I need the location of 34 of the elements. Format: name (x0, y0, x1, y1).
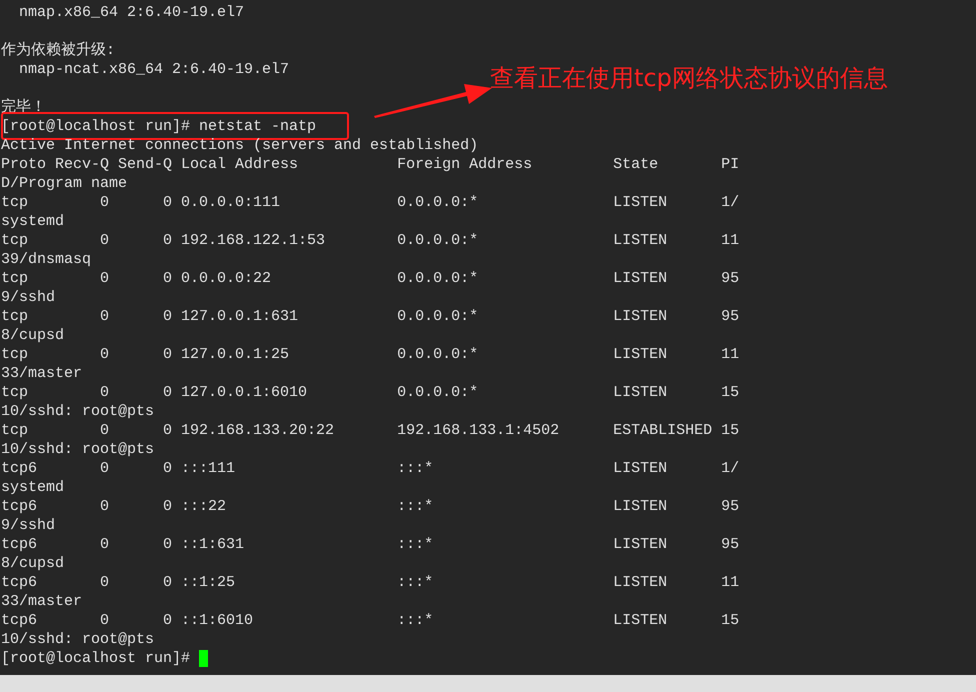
terminal-line: tcp6 0 0 ::1:6010 :::* LISTEN 15 (1, 612, 740, 629)
terminal-line: systemd (1, 479, 64, 496)
terminal-line: tcp6 0 0 :::111 :::* LISTEN 1/ (1, 460, 740, 477)
terminal-line: tcp 0 0 0.0.0.0:111 0.0.0.0:* LISTEN 1/ (1, 194, 740, 211)
terminal-line: 作为依赖被升级: (1, 42, 116, 59)
terminal-line: nmap.x86_64 2:6.40-19.el7 (18, 4, 244, 21)
terminal-line: 8/cupsd (1, 555, 64, 572)
annotation-text: 查看正在使用tcp网络状态协议的信息 (490, 63, 888, 94)
terminal-line: 33/master (1, 593, 82, 610)
terminal-line: 完毕！ (1, 99, 46, 116)
terminal-line: 10/sshd: root@pts (1, 631, 154, 648)
terminal-line: [root@localhost run]# netstat -natp (1, 118, 316, 135)
terminal-line: D/Program name (1, 175, 128, 192)
terminal-line: 10/sshd: root@pts (1, 441, 154, 458)
terminal-line: systemd (1, 213, 64, 230)
terminal-line: 8/cupsd (1, 327, 64, 344)
terminal-line: tcp 0 0 127.0.0.1:6010 0.0.0.0:* LISTEN 15 (1, 384, 740, 401)
terminal-line: tcp 0 0 192.168.133.20:22 192.168.133.1:4502 ESTABLISHED 15 (1, 422, 740, 439)
terminal-line: tcp6 0 0 ::1:631 :::* LISTEN 95 (1, 536, 740, 553)
terminal-line: tcp 0 0 127.0.0.1:25 0.0.0.0:* LISTEN 11 (1, 346, 740, 363)
terminal-line: 9/sshd (1, 289, 56, 306)
terminal-line: Active Internet connections (servers and established) (1, 137, 478, 154)
terminal-line: nmap-ncat.x86_64 2:6.40-19.el7 (18, 61, 290, 78)
terminal-line: tcp6 0 0 ::1:25 :::* LISTEN 11 (1, 574, 740, 591)
terminal-line: 33/master (1, 365, 82, 382)
terminal-line: tcp 0 0 127.0.0.1:631 0.0.0.0:* LISTEN 95 (1, 308, 740, 325)
terminal-line: Proto Recv-Q Send-Q Local Address Foreign Address State PI (1, 156, 740, 173)
terminal-line: tcp6 0 0 :::22 :::* LISTEN 95 (1, 498, 740, 515)
terminal-prompt: [root@localhost run]# (1, 649, 192, 668)
terminal-line: 9/sshd (1, 517, 56, 534)
terminal-line: tcp 0 0 192.168.122.1:53 0.0.0.0:* LISTEN 11 (1, 232, 740, 249)
terminal-line: 39/dnsmasq (1, 251, 92, 268)
terminal-line: 10/sshd: root@pts (1, 403, 154, 420)
terminal-line: tcp 0 0 0.0.0.0:22 0.0.0.0:* LISTEN 95 (1, 270, 740, 287)
